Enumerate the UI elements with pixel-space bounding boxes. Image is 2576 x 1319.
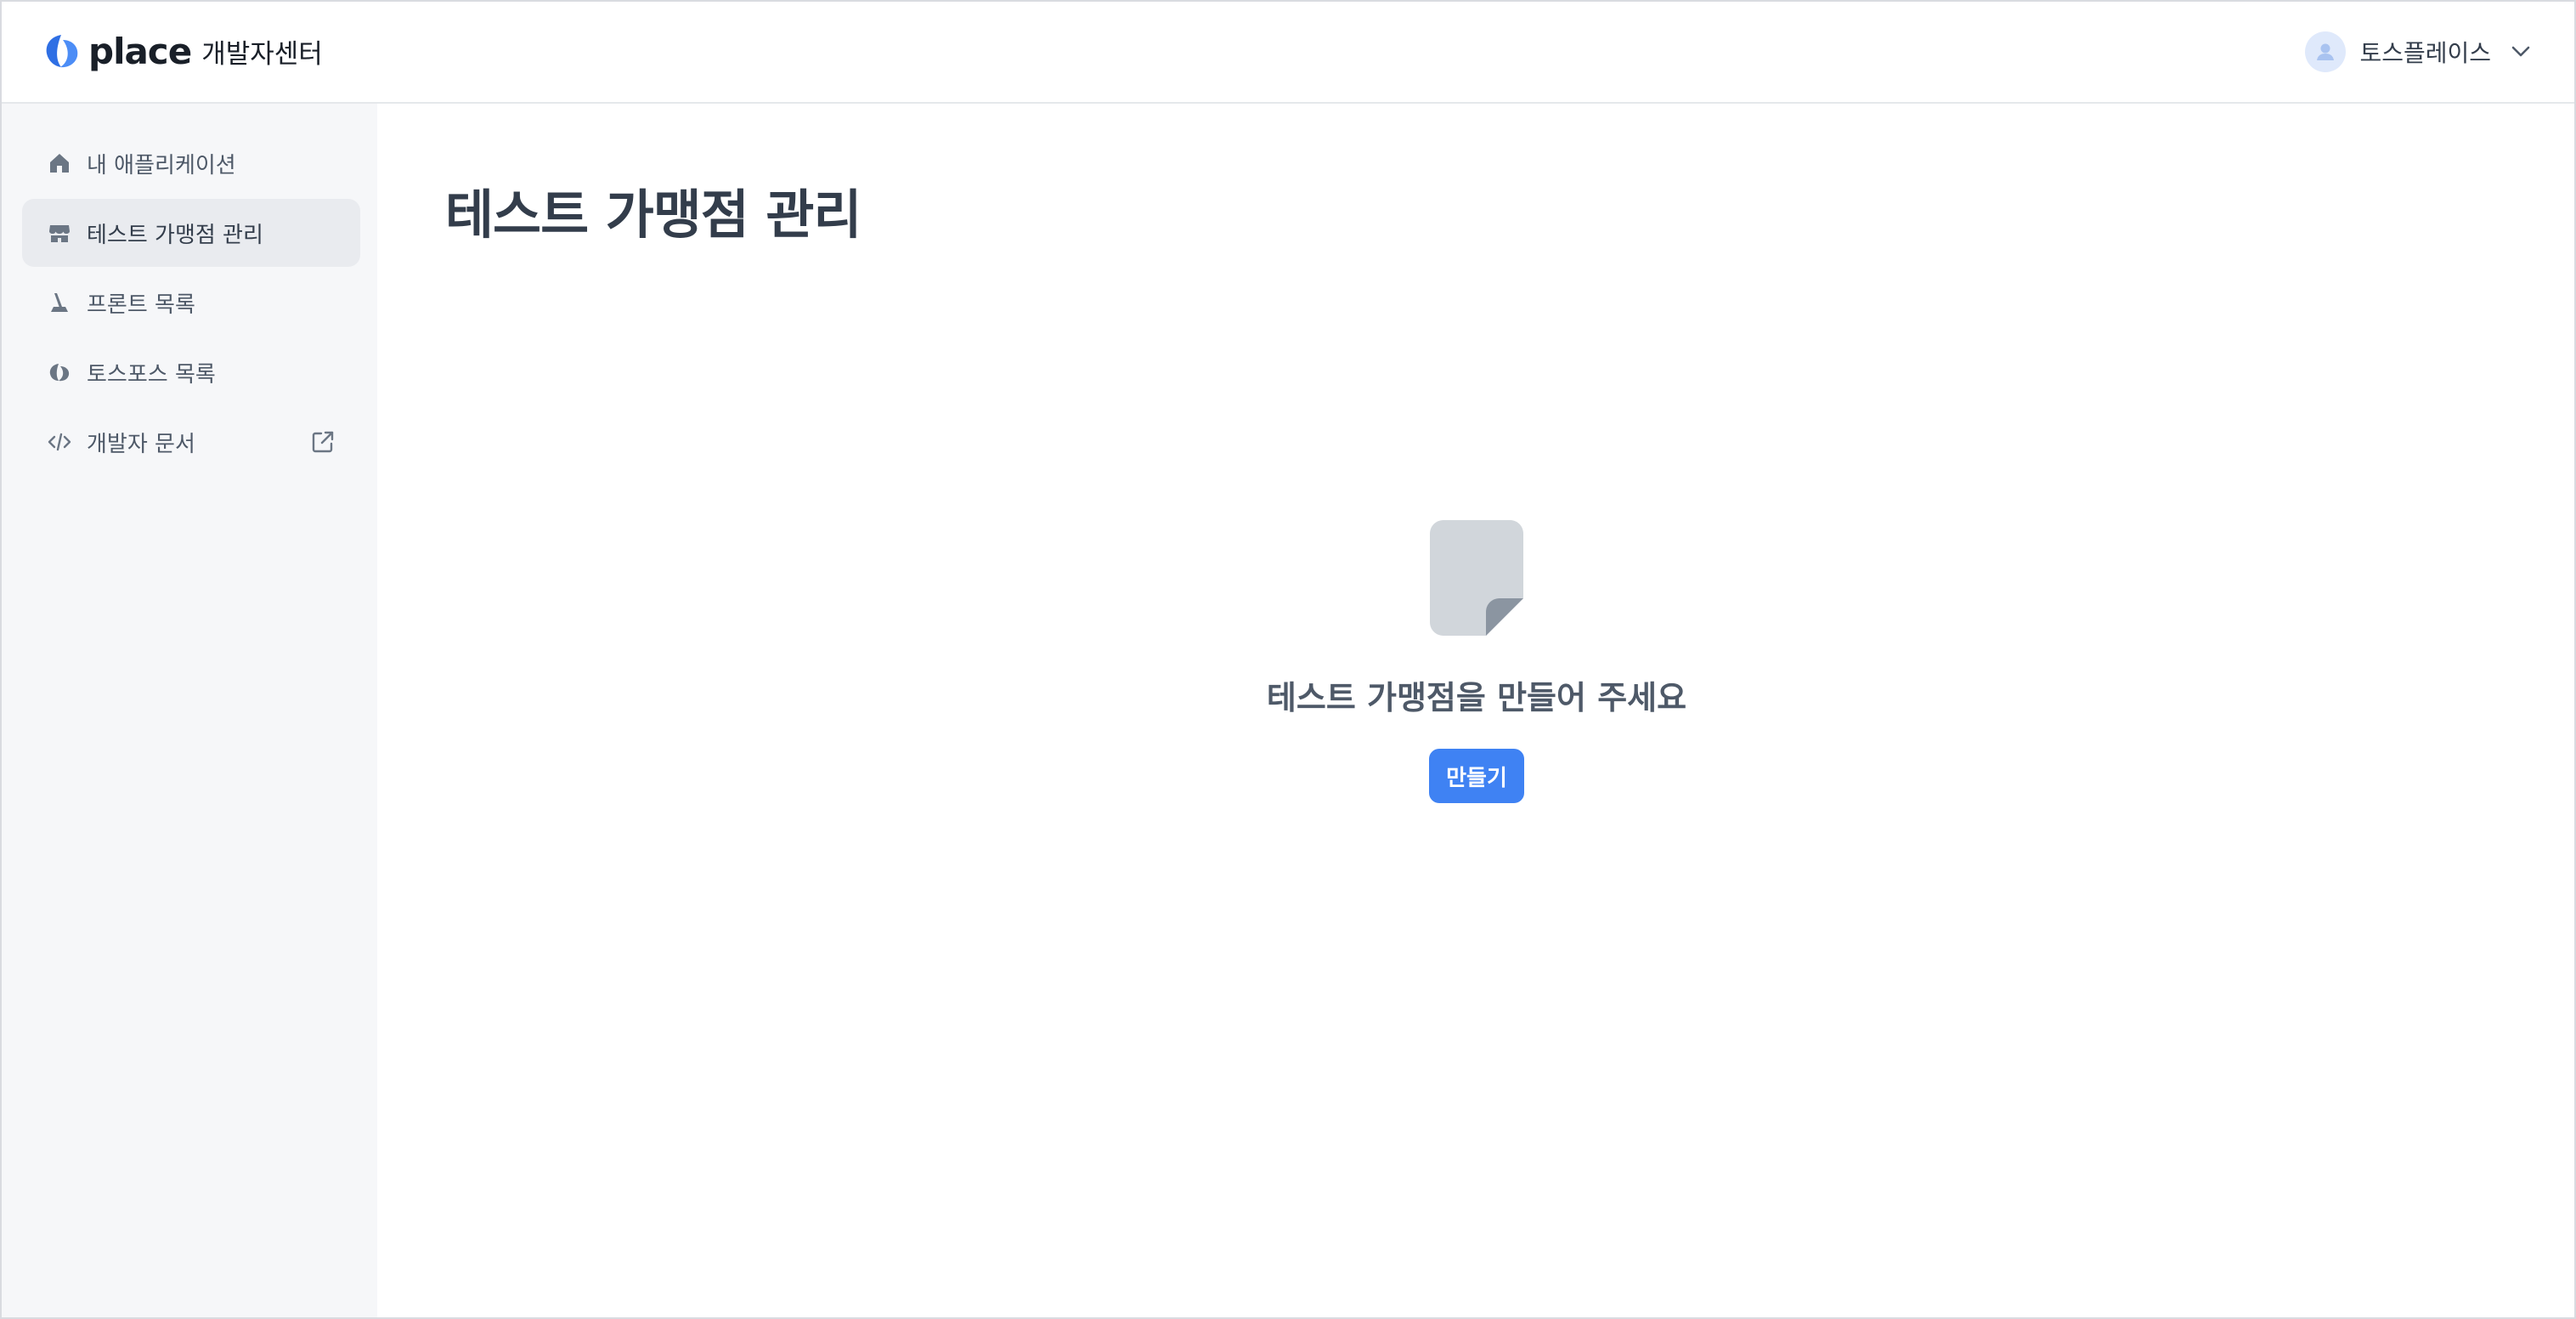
toss-pos-icon [46,359,73,386]
logo-wordmark: place [88,30,192,72]
sidebar-item-front-list[interactable]: 프론트 목록 [22,269,360,337]
logo[interactable]: place 개발자센터 [42,27,323,75]
chevron-down-icon[interactable] [2508,39,2534,65]
user-name: 토스플레이스 [2359,39,2491,67]
sidebar-item-tosspos-list[interactable]: 토스포스 목록 [22,338,360,406]
empty-state-message: 테스트 가맹점을 만들어 주세요 [1266,679,1687,716]
sidebar-item-label: 테스트 가맹점 관리 [87,222,263,248]
sidebar-item-developer-docs[interactable]: 개발자 문서 [22,408,360,476]
empty-state: 테스트 가맹점을 만들어 주세요 만들기 [379,520,2574,803]
code-icon [46,428,73,456]
create-button[interactable]: 만들기 [1429,749,1524,803]
sidebar: 내 애플리케이션 테스트 가맹점 관리 프론트 목록 토스포스 목록 개발자 문… [2,104,377,1317]
page-title: 테스트 가맹점 관리 [445,184,861,246]
main-content: 테스트 가맹점 관리 테스트 가맹점을 만들어 주세요 만들기 [379,104,2574,1317]
user-menu[interactable]: 토스플레이스 [2305,31,2534,73]
document-icon [1430,520,1523,636]
logo-subtitle: 개발자센터 [201,38,323,70]
sidebar-item-test-merchant[interactable]: 테스트 가맹점 관리 [22,199,360,267]
app-window: place 개발자센터 토스플레이스 내 애플리케이션 테스트 가맹점 관리 프… [0,0,2576,1319]
sidebar-item-label: 내 애플리케이션 [87,152,236,178]
sidebar-item-label: 개발자 문서 [87,431,195,457]
front-device-icon [46,289,73,316]
sidebar-item-label: 토스포스 목록 [87,361,216,388]
home-icon [46,150,73,177]
sidebar-item-label: 프론트 목록 [87,292,195,318]
user-avatar-icon [2317,43,2335,60]
store-icon [46,219,73,246]
external-link-icon [312,431,334,453]
avatar [2305,31,2347,72]
sidebar-item-my-applications[interactable]: 내 애플리케이션 [22,129,360,197]
place-logo-icon [46,35,78,68]
top-header: place 개발자센터 토스플레이스 [2,2,2574,104]
